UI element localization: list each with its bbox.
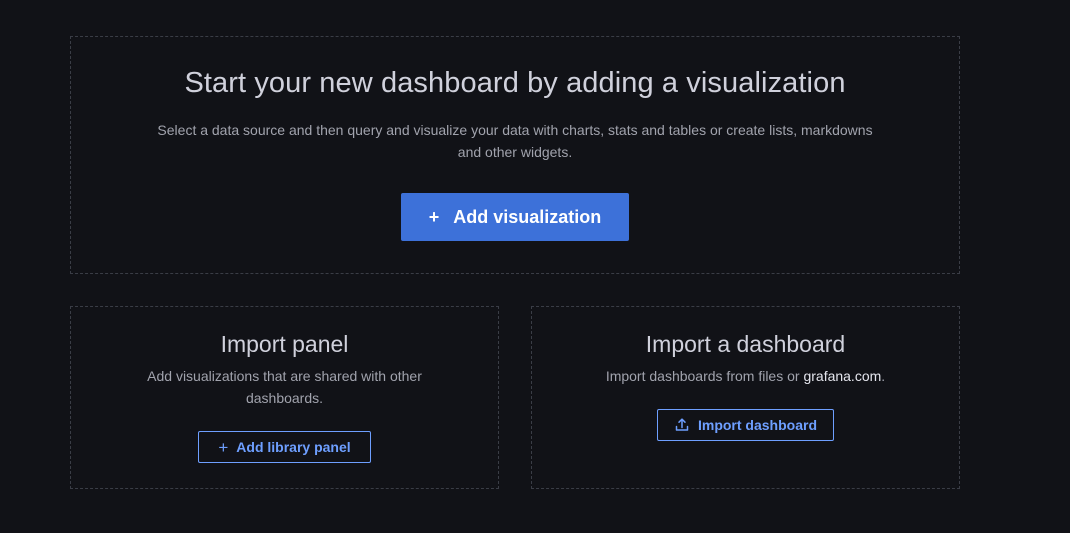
plus-icon: +	[218, 437, 229, 457]
import-dashboard-description-suffix: .	[881, 368, 886, 384]
import-dashboard-label: Import dashboard	[697, 417, 817, 433]
import-dashboard-title: Import a dashboard	[645, 331, 846, 357]
import-panel-description: Add visualizations that are shared with …	[147, 368, 422, 406]
add-visualization-button[interactable]: + Add visualization	[401, 193, 629, 241]
add-visualization-card: Start your new dashboard by adding a vis…	[70, 36, 960, 274]
import-dashboard-button[interactable]: Import dashboard	[657, 409, 834, 441]
plus-icon: +	[428, 207, 440, 227]
import-panel-card: Import panel Add visualizations that are…	[70, 306, 499, 489]
import-dashboard-description: Import dashboards from files or grafana.…	[582, 365, 909, 387]
import-dashboard-card: Import a dashboard Import dashboards fro…	[531, 306, 960, 489]
import-dashboard-description-prefix: Import dashboards from files or	[605, 368, 804, 384]
upload-icon	[674, 417, 690, 433]
add-library-panel-label: Add library panel	[236, 439, 351, 455]
add-library-panel-button[interactable]: + Add library panel	[198, 431, 371, 463]
grafana-com-link[interactable]: grafana.com	[803, 368, 881, 384]
hero-description: Select a data source and then query and …	[157, 122, 873, 160]
import-panel-title: Import panel	[220, 331, 349, 357]
add-visualization-label: Add visualization	[453, 206, 602, 227]
hero-title: Start your new dashboard by adding a vis…	[184, 67, 846, 99]
empty-dashboard-page: Start your new dashboard by adding a vis…	[0, 0, 1070, 533]
